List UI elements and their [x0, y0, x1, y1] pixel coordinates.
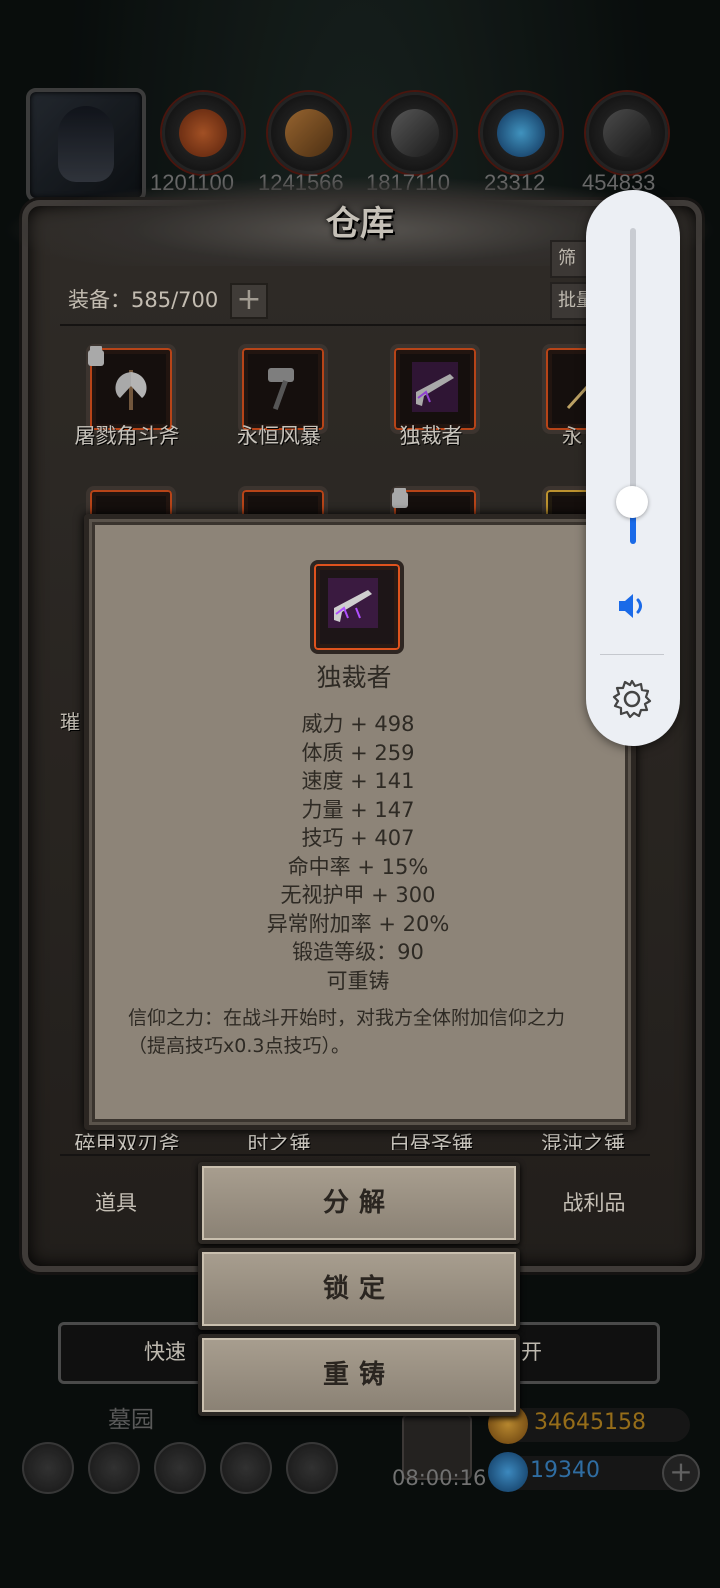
stat-line: 命中率 + 15%: [287, 854, 429, 879]
pistol-icon: [328, 578, 378, 628]
stat-line: 力量 + 147: [301, 797, 415, 822]
stat-line: 技巧 + 407: [301, 826, 415, 850]
settings-gear-icon[interactable]: [610, 677, 654, 721]
stat-line: 体质 + 259: [301, 740, 415, 765]
reforge-button[interactable]: 重铸: [198, 1334, 520, 1416]
decompose-button[interactable]: 分解: [198, 1162, 520, 1244]
item-detail-icon: [310, 560, 404, 654]
item-detail-name: 独裁者: [316, 663, 392, 692]
stat-line: 异常附加率 + 20%: [266, 911, 450, 936]
stat-line: 速度 + 141: [301, 769, 415, 793]
stat-line: 无视护甲 + 300: [280, 883, 436, 907]
stat-line: 锻造等级：90: [292, 940, 424, 964]
lock-button[interactable]: 锁定: [198, 1248, 520, 1330]
stat-line: 可重铸: [326, 968, 390, 993]
divider: [600, 654, 664, 655]
item-description: 信仰之力：在战斗开始时，对我方全体附加信仰之力（提高技巧x0.3点技巧）。: [128, 1007, 566, 1057]
item-stats: 威力 + 498 体质 + 259 速度 + 141 力量 + 147 技巧 +…: [200, 710, 516, 995]
volume-slider-handle[interactable]: [616, 486, 648, 518]
speaker-icon[interactable]: [616, 590, 650, 622]
stat-line: 威力 + 498: [301, 712, 415, 736]
